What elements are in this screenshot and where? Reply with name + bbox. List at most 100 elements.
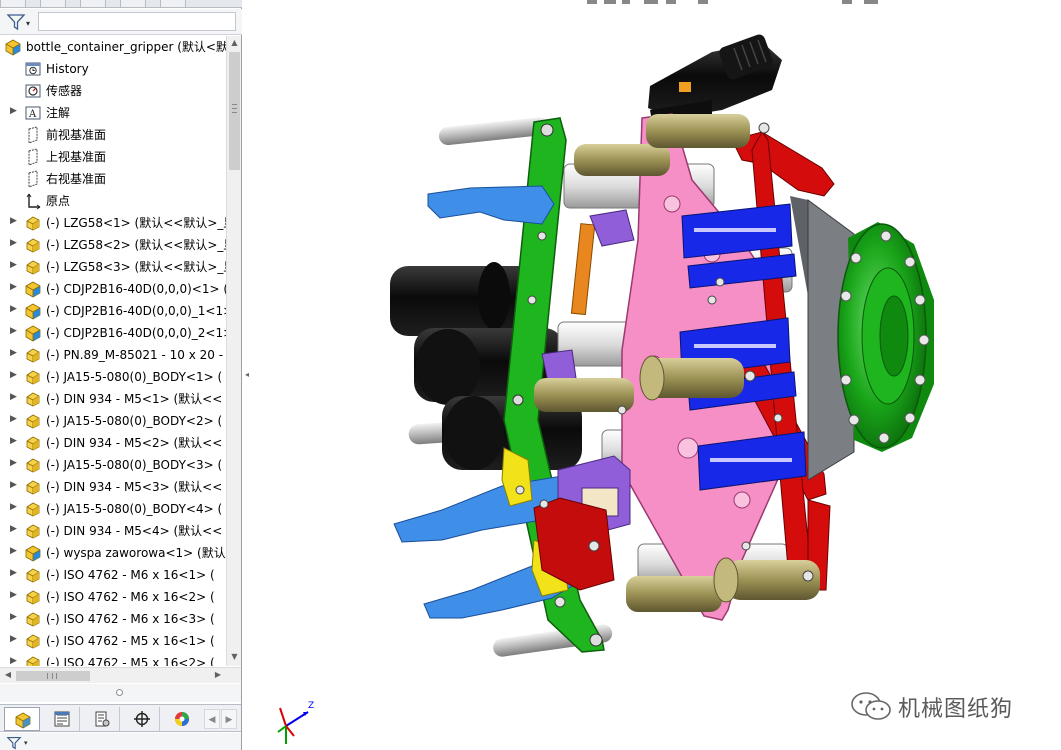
tree-item[interactable]: ▶ (-) JA15-5-080(0)_BODY<3> ( [0, 454, 226, 476]
title-fragment [587, 0, 878, 4]
expand-arrow-icon[interactable]: ▶ [10, 370, 20, 384]
tree-root-assembly[interactable]: bottle_container_gripper (默认<默 [0, 36, 226, 58]
expand-arrow-icon[interactable]: ▶ [10, 568, 20, 582]
expand-arrow-icon[interactable]: ▶ [10, 238, 20, 252]
tree-item[interactable]: ▶ (-) wyspa zaworowa<1> (默认 [0, 542, 226, 564]
tree-item[interactable]: ▶ (-) ISO 4762 - M6 x 16<3> ( [0, 608, 226, 630]
tree-item-label: (-) wyspa zaworowa<1> (默认 [46, 546, 226, 560]
scroll-down-arrow-icon[interactable]: ▼ [229, 652, 240, 664]
tree-item-label: (-) ISO 4762 - M5 x 16<2> ( [46, 656, 215, 666]
blue-clamps [679, 203, 807, 491]
tree-item[interactable]: ▶ (-) ISO 4762 - M5 x 16<2> ( [0, 652, 226, 666]
configurationmanager-tab[interactable] [84, 707, 120, 731]
graphics-viewport[interactable]: Z 机械图纸狗 [242, 0, 1061, 750]
expand-arrow-icon[interactable]: ▶ [10, 282, 20, 296]
tree-horizontal-scrollbar[interactable]: ◀ ▶ [0, 667, 241, 683]
tree-vertical-scrollbar[interactable]: ▲ ▼ [226, 36, 241, 666]
tree-item[interactable]: ▶ (-) CDJP2B16-40D(0,0,0)<1> ( [0, 278, 226, 300]
tree-item[interactable]: ▶ (-) PN.89_M-85021 - 10 x 20 - [0, 344, 226, 366]
tree-item-label: (-) LZG58<3> (默认<<默认>_显 [46, 260, 226, 274]
expand-arrow-icon[interactable]: ▶ [10, 304, 20, 318]
filter-button[interactable]: ▾ [4, 12, 34, 32]
expand-arrow-icon[interactable]: ▶ [10, 502, 20, 516]
tab-scroll-right-icon[interactable]: ▶ [221, 709, 237, 729]
featuremanager-tab[interactable] [4, 707, 40, 731]
tree-item[interactable]: 传感器 [0, 80, 226, 102]
expand-arrow-icon[interactable]: ▶ [10, 348, 20, 362]
tree-item[interactable]: 右视基准面 [0, 168, 226, 190]
panel-splitter[interactable] [0, 684, 241, 702]
bottle-gripper-3d-model[interactable] [242, 0, 1061, 750]
expand-arrow-icon[interactable]: ▶ [10, 260, 20, 274]
tree-item[interactable]: ▶ (-) ISO 4762 - M5 x 16<1> ( [0, 630, 226, 652]
tree-item[interactable]: ▶ (-) ISO 4762 - M6 x 16<2> ( [0, 586, 226, 608]
crosshair-icon [134, 711, 150, 727]
tree-item[interactable]: ▶ (-) CDJP2B16-40D(0,0,0)_1<1> [0, 300, 226, 322]
expand-arrow-icon[interactable]: ▶ [10, 414, 20, 428]
tree-item[interactable]: ▶ (-) DIN 934 - M5<4> (默认<< [0, 520, 226, 542]
tree-item[interactable]: 前视基准面 [0, 124, 226, 146]
scroll-thumb[interactable] [229, 52, 240, 170]
scroll-left-arrow-icon[interactable]: ◀ [2, 670, 14, 682]
tree-item[interactable]: ▶ (-) CDJP2B16-40D(0,0,0)_2<1> [0, 322, 226, 344]
expand-arrow-icon[interactable]: ▶ [10, 480, 20, 494]
tree-item[interactable]: 上视基准面 [0, 146, 226, 168]
top-tab-strip [0, 0, 242, 8]
tab-scroll-nav: ◀ ▶ [204, 709, 238, 729]
expand-arrow-icon[interactable]: ▶ [10, 216, 20, 230]
panel-collapse-handle-icon[interactable]: ◂ [243, 365, 251, 385]
top-tab[interactable] [40, 0, 66, 7]
tree-item[interactable]: 原点 [0, 190, 226, 212]
tree-item[interactable]: ▶ (-) LZG58<2> (默认<<默认>_显 [0, 234, 226, 256]
tree-item[interactable]: ▶ (-) DIN 934 - M5<3> (默认<< [0, 476, 226, 498]
expand-arrow-icon[interactable]: ▶ [10, 106, 20, 120]
scroll-right-arrow-icon[interactable]: ▶ [212, 670, 224, 682]
tree-item-label: History [46, 62, 89, 76]
expand-arrow-icon[interactable]: ▶ [10, 656, 20, 666]
tree-item-label: (-) CDJP2B16-40D(0,0,0)<1> ( [46, 282, 226, 296]
filter-icon[interactable] [6, 736, 22, 750]
tree-item[interactable]: ▶ (-) DIN 934 - M5<1> (默认<< [0, 388, 226, 410]
tree-item[interactable]: ▶ (-) ISO 4762 - M6 x 16<1> ( [0, 564, 226, 586]
top-tab[interactable] [120, 0, 146, 7]
expand-arrow-icon[interactable]: ▶ [10, 392, 20, 406]
subassembly-icon [24, 324, 42, 342]
expand-arrow-icon[interactable]: ▶ [10, 634, 20, 648]
tree-item-label: 原点 [46, 194, 71, 208]
tree-item[interactable]: ▶ (-) LZG58<3> (默认<<默认>_显 [0, 256, 226, 278]
watermark: 机械图纸狗 [850, 690, 1050, 722]
tree-item-label: (-) ISO 4762 - M6 x 16<3> ( [46, 612, 215, 626]
part-icon [24, 522, 42, 540]
feature-manager-panel: ▾ bottle_container_gripper (默认<默 History 传… [0, 0, 242, 750]
tree-item[interactable]: ▶ (-) JA15-5-080(0)_BODY<2> ( [0, 410, 226, 432]
svg-text:A: A [28, 109, 37, 120]
tree-item[interactable]: ▶ A 注解 [0, 102, 226, 124]
splitter-handle-icon[interactable] [116, 689, 123, 696]
tree-item[interactable]: ▶ (-) LZG58<1> (默认<<默认>_显 [0, 212, 226, 234]
dimxpert-tab[interactable] [124, 707, 160, 731]
expand-arrow-icon[interactable]: ▶ [10, 436, 20, 450]
chevron-down-icon[interactable]: ▾ [24, 739, 28, 747]
scroll-up-arrow-icon[interactable]: ▲ [229, 38, 240, 50]
expand-arrow-icon[interactable]: ▶ [10, 546, 20, 560]
top-tab[interactable] [160, 0, 186, 7]
expand-arrow-icon[interactable]: ▶ [10, 612, 20, 626]
expand-arrow-icon[interactable]: ▶ [10, 326, 20, 340]
expand-arrow-icon[interactable]: ▶ [10, 458, 20, 472]
top-tab[interactable] [0, 0, 26, 7]
tree-item[interactable]: ▶ (-) JA15-5-080(0)_BODY<4> ( [0, 498, 226, 520]
tree-item[interactable]: ▶ (-) DIN 934 - M5<2> (默认<< [0, 432, 226, 454]
tree-item[interactable]: History [0, 58, 226, 80]
expand-arrow-icon[interactable]: ▶ [10, 590, 20, 604]
part-icon [24, 236, 42, 254]
part-icon [24, 368, 42, 386]
tree-item-label: 右视基准面 [46, 172, 107, 186]
filter-input[interactable] [38, 12, 236, 31]
expand-arrow-icon[interactable]: ▶ [10, 524, 20, 538]
top-tab[interactable] [80, 0, 106, 7]
propertymanager-tab[interactable] [44, 707, 80, 731]
tab-scroll-left-icon[interactable]: ◀ [204, 709, 220, 729]
tree-item[interactable]: ▶ (-) JA15-5-080(0)_BODY<1> ( [0, 366, 226, 388]
bottom-filter-bar: ▾ [0, 733, 241, 750]
display-manager-tab[interactable] [164, 707, 200, 731]
